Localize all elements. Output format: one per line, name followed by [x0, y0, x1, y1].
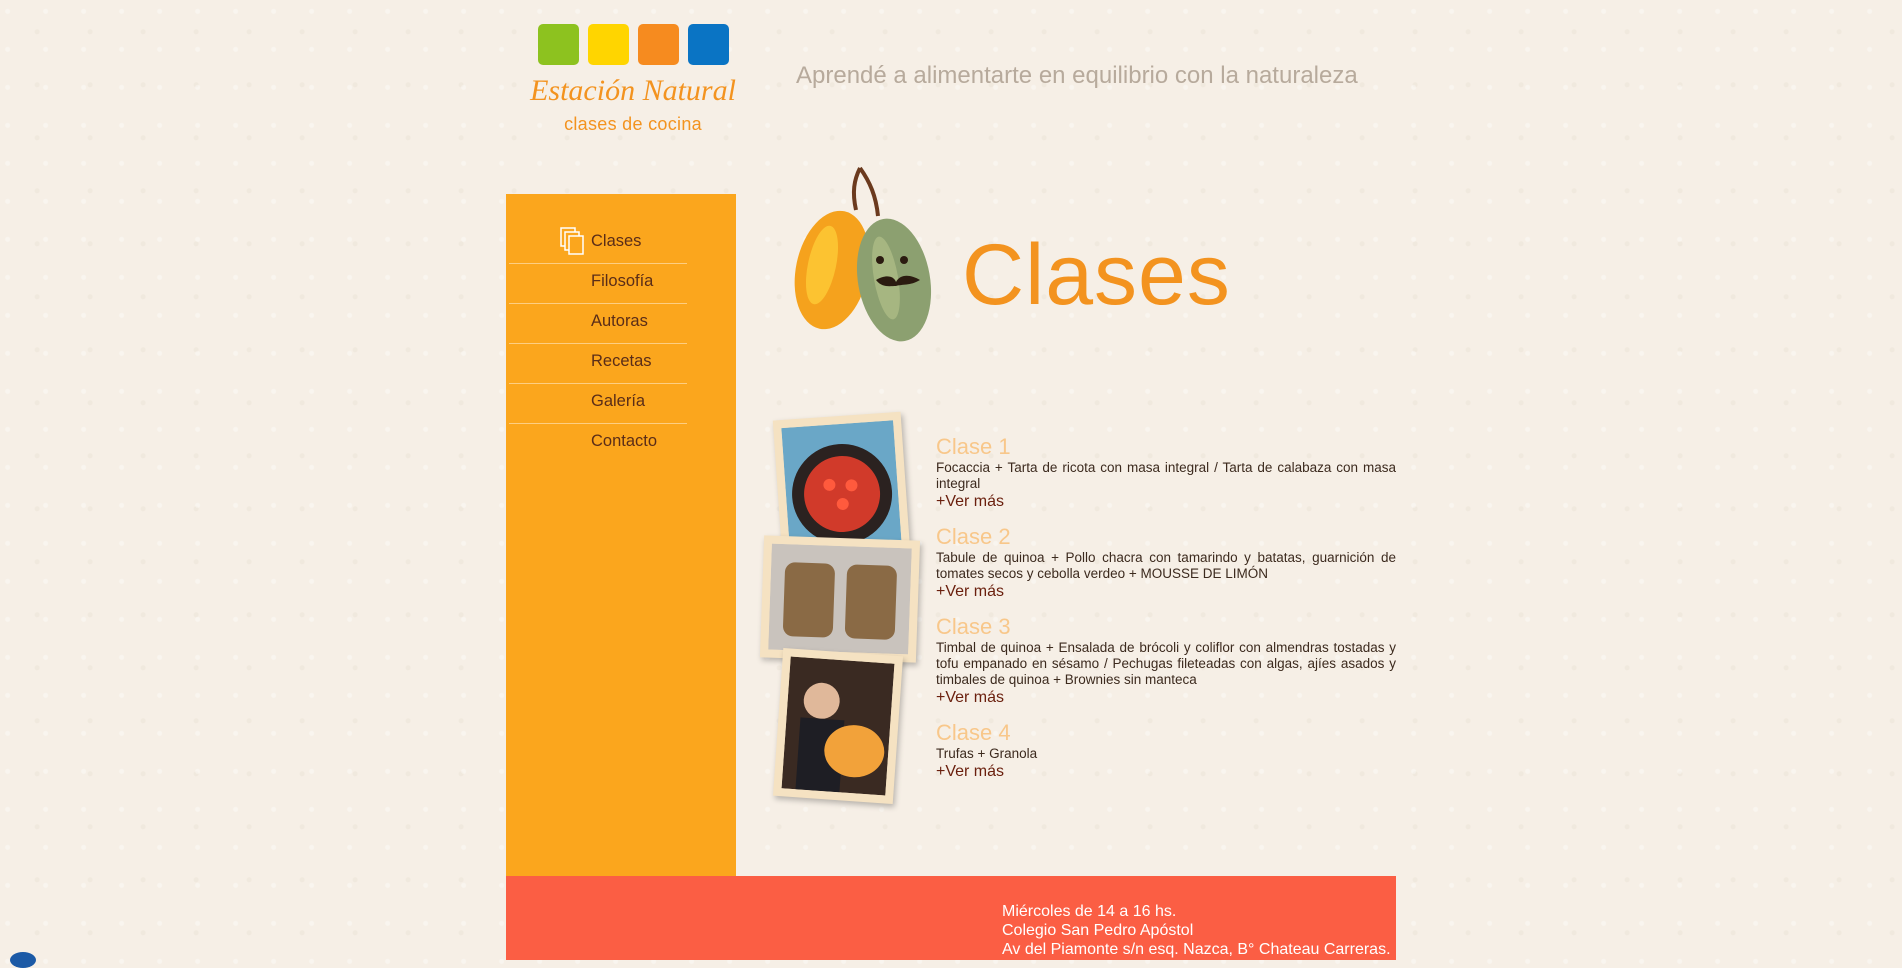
see-more-link[interactable]: +Ver más	[936, 688, 1396, 707]
footer-info: Miércoles de 14 a 16 hs. Colegio San Ped…	[1002, 902, 1391, 959]
class-description: Tabule de quinoa + Pollo chacra con tama…	[936, 550, 1396, 581]
sidebar-item-label[interactable]: Recetas	[591, 352, 652, 371]
brand-subtitle: clases de cocina	[564, 114, 702, 134]
sidebar-item-autoras[interactable]: Autoras	[509, 304, 687, 344]
class-description: Focaccia + Tarta de ricota con masa inte…	[936, 460, 1396, 491]
class-title[interactable]: Clase 1	[936, 434, 1396, 460]
chat-widget-icon[interactable]	[10, 952, 36, 968]
sidebar-item-label[interactable]: Filosofía	[591, 272, 653, 291]
sidebar-item-galeria[interactable]: Galería	[509, 384, 687, 424]
class-item-3: Clase 3 Timbal de quinoa + Ensalada de b…	[936, 614, 1396, 707]
page-title: Clases	[962, 227, 1231, 323]
footer-venue: Colegio San Pedro Apóstol	[1002, 922, 1194, 939]
logo-square-green	[538, 24, 579, 65]
sidebar-item-clases[interactable]: Clases	[509, 224, 687, 264]
class-title[interactable]: Clase 3	[936, 614, 1396, 640]
logo-square-blue	[688, 24, 729, 65]
sidebar-item-label[interactable]: Autoras	[591, 312, 648, 331]
main-nav: Clases Filosofía Autoras Recetas Galería…	[509, 224, 687, 463]
footer-address: Av del Piamonte s/n esq. Nazca, B° Chate…	[1002, 941, 1391, 958]
brand-name[interactable]: Estación Natural	[520, 74, 746, 108]
sidebar-item-label[interactable]: Contacto	[591, 432, 657, 451]
class-description: Trufas + Granola	[936, 746, 1038, 761]
pages-icon	[560, 227, 584, 255]
sidebar-item-label[interactable]: Galería	[591, 392, 645, 411]
woman-with-buns-image	[781, 656, 895, 796]
sidebar-item-filosofia[interactable]: Filosofía	[509, 264, 687, 304]
see-more-link[interactable]: +Ver más	[936, 762, 1396, 781]
logo-squares[interactable]	[538, 24, 729, 65]
photo-woman-with-buns[interactable]	[772, 647, 904, 805]
tagline: Aprendé a alimentarte en equilibrio con …	[796, 62, 1358, 89]
classes-list: Clase 1 Focaccia + Tarta de ricota con m…	[936, 434, 1396, 794]
class-description: Timbal de quinoa + Ensalada de brócoli y…	[936, 640, 1396, 687]
class-item-4: Clase 4 Trufas + Granola +Ver más	[936, 720, 1396, 781]
sidebar: Clases Filosofía Autoras Recetas Galería…	[506, 194, 736, 876]
see-more-link[interactable]: +Ver más	[936, 582, 1396, 601]
cacao-pods-illustration	[794, 166, 932, 342]
logo-square-yellow	[588, 24, 629, 65]
sidebar-item-recetas[interactable]: Recetas	[509, 344, 687, 384]
bread-loaves-image	[768, 543, 912, 655]
footer: Miércoles de 14 a 16 hs. Colegio San Ped…	[506, 876, 1396, 960]
sidebar-item-label[interactable]: Clases	[591, 232, 641, 251]
logo-square-orange	[638, 24, 679, 65]
photo-bread-loaves[interactable]	[759, 535, 921, 663]
class-title[interactable]: Clase 4	[936, 720, 1396, 746]
class-item-2: Clase 2 Tabule de quinoa + Pollo chacra …	[936, 524, 1396, 601]
see-more-link[interactable]: +Ver más	[936, 492, 1396, 511]
sidebar-item-contacto[interactable]: Contacto	[509, 424, 687, 463]
footer-schedule: Miércoles de 14 a 16 hs.	[1002, 903, 1177, 920]
class-item-1: Clase 1 Focaccia + Tarta de ricota con m…	[936, 434, 1396, 511]
class-title[interactable]: Clase 2	[936, 524, 1396, 550]
